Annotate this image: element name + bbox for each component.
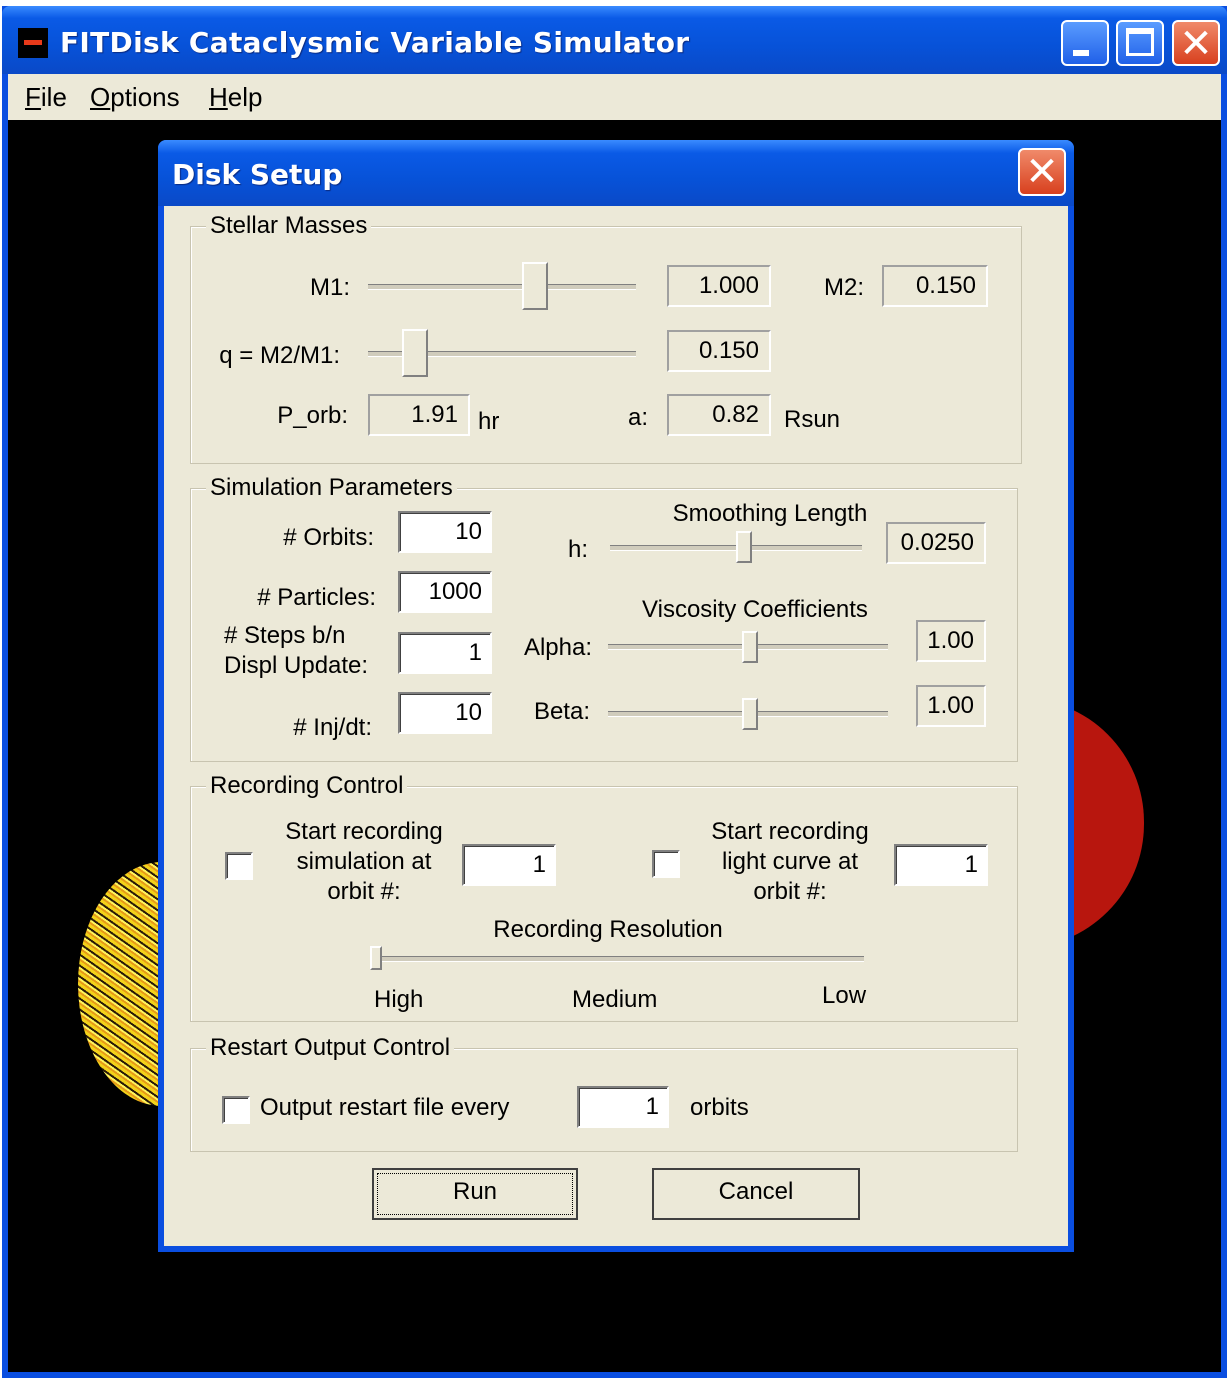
particles-label: # Particles: <box>257 584 376 611</box>
m1-value: 1.000 <box>667 265 771 307</box>
q-value: 0.150 <box>667 330 771 372</box>
m2-label: M2: <box>824 274 865 301</box>
h-label: h: <box>568 536 589 563</box>
recording-control-legend: Recording Control <box>206 772 408 800</box>
record-lc-label-line1: Start recording <box>711 818 869 845</box>
menu-options[interactable]: Options <box>90 82 180 113</box>
porb-value: 1.91 <box>368 394 470 436</box>
close-button[interactable]: ✕ <box>1172 20 1220 66</box>
viscosity-heading: Viscosity Coefficients <box>642 596 868 623</box>
alpha-slider-thumb[interactable] <box>742 631 758 663</box>
record-lc-label-line2: light curve at <box>721 848 859 875</box>
particles-input[interactable]: 1000 <box>398 571 492 613</box>
resolution-slider-track[interactable] <box>372 956 864 962</box>
minimize-button[interactable] <box>1061 20 1109 66</box>
orbits-input[interactable]: 10 <box>398 511 492 553</box>
window-title: FITDisk Cataclysmic Variable Simulator <box>60 26 690 59</box>
m1-slider-thumb[interactable] <box>522 262 548 310</box>
maximize-button[interactable] <box>1116 20 1164 66</box>
record-lc-orbit-input[interactable]: 1 <box>894 844 988 886</box>
a-value: 0.82 <box>667 394 771 436</box>
record-sim-label-line3: orbit #: <box>327 878 401 905</box>
smoothing-length-heading: Smoothing Length <box>672 500 868 527</box>
h-value: 0.0250 <box>886 522 986 564</box>
a-unit: Rsun <box>784 406 841 433</box>
m1-slider-track[interactable] <box>368 284 636 290</box>
simulation-parameters-legend: Simulation Parameters <box>206 474 457 502</box>
steps-input[interactable]: 1 <box>398 632 492 674</box>
alpha-label: Alpha: <box>523 634 592 661</box>
menu-bar <box>8 74 1221 120</box>
a-label: a: <box>628 404 649 431</box>
restart-interval-input[interactable]: 1 <box>577 1086 669 1128</box>
dialog-close-button[interactable]: ✕ <box>1018 148 1066 196</box>
steps-label-line2: Displ Update: <box>224 652 369 679</box>
menu-file[interactable]: File <box>25 82 67 113</box>
menu-help[interactable]: Help <box>209 82 262 113</box>
maximize-icon <box>1126 28 1154 56</box>
inj-input[interactable]: 10 <box>398 692 492 734</box>
record-sim-orbit-input[interactable]: 1 <box>462 844 556 886</box>
dialog-title: Disk Setup <box>172 158 343 191</box>
porb-label: P_orb: <box>277 402 348 429</box>
q-label: q = M2/M1: <box>219 342 340 369</box>
app-icon[interactable] <box>18 28 48 58</box>
resolution-high-label: High <box>374 986 424 1013</box>
record-lightcurve-checkbox[interactable] <box>652 850 680 878</box>
output-restart-checkbox[interactable] <box>222 1096 250 1124</box>
run-button[interactable]: Run <box>372 1168 578 1220</box>
beta-value: 1.00 <box>916 685 986 727</box>
recording-resolution-heading: Recording Resolution <box>493 916 723 943</box>
close-icon: ✕ <box>1025 149 1059 195</box>
close-icon: ✕ <box>1179 21 1213 67</box>
beta-label: Beta: <box>533 698 590 725</box>
record-lc-label-line3: orbit #: <box>753 878 827 905</box>
resolution-low-label: Low <box>822 982 867 1009</box>
record-simulation-checkbox[interactable] <box>225 852 253 880</box>
q-slider-thumb[interactable] <box>402 329 428 377</box>
record-sim-label-line2: simulation at <box>296 848 432 875</box>
beta-slider-thumb[interactable] <box>742 698 758 730</box>
cancel-button[interactable]: Cancel <box>652 1168 860 1220</box>
restart-output-legend: Restart Output Control <box>206 1034 455 1062</box>
resolution-medium-label: Medium <box>572 986 658 1013</box>
h-slider-thumb[interactable] <box>736 531 752 563</box>
stellar-masses-legend: Stellar Masses <box>206 212 372 240</box>
m2-value: 0.150 <box>882 265 988 307</box>
record-sim-label-line1: Start recording <box>285 818 443 845</box>
inj-label: # Inj/dt: <box>293 714 372 741</box>
minimize-icon <box>1073 50 1089 56</box>
m1-label: M1: <box>309 274 350 301</box>
steps-label-line1: # Steps b/n <box>224 622 346 649</box>
output-restart-label: Output restart file every <box>260 1094 510 1121</box>
alpha-value: 1.00 <box>916 620 986 662</box>
orbits-label: # Orbits: <box>283 524 374 551</box>
resolution-slider-thumb[interactable] <box>370 946 382 970</box>
porb-unit: hr <box>478 408 500 435</box>
restart-interval-unit: orbits <box>690 1094 749 1121</box>
